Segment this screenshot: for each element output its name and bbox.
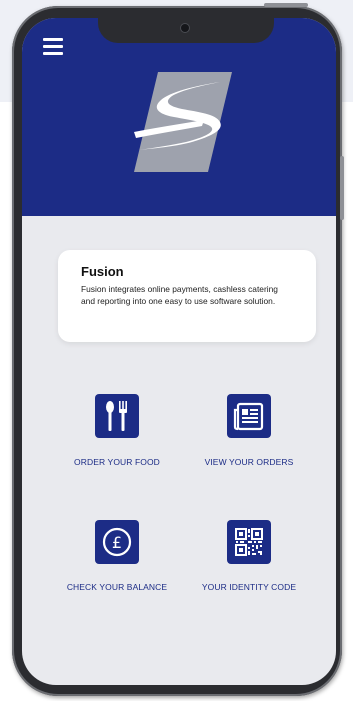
phone-notch [98,18,274,43]
power-button [340,156,344,220]
order-food-button[interactable]: ORDER YOUR FOOD [52,394,182,474]
qr-code-icon [227,520,271,564]
hamburger-menu-icon[interactable] [43,38,63,55]
view-orders-label: VIEW YOUR ORDERS [204,457,294,467]
view-orders-button[interactable]: VIEW YOUR ORDERS [186,394,316,474]
app-header [22,18,336,216]
svg-text:£: £ [112,533,122,552]
card-title: Fusion [81,264,124,279]
newspaper-icon [227,394,271,438]
volume-button [264,3,308,7]
fusion-logo-icon [134,72,232,172]
identity-code-label: YOUR IDENTITY CODE [201,582,297,592]
info-card: Fusion Fusion integrates online payments… [58,250,316,342]
fork-knife-icon [95,394,139,438]
pound-icon: £ [95,520,139,564]
card-description: Fusion integrates online payments, cashl… [81,284,278,306]
camera-icon [181,24,189,32]
identity-code-button[interactable]: YOUR IDENTITY CODE [186,520,316,600]
phone-screen: Fusion Fusion integrates online payments… [22,18,336,685]
check-balance-button[interactable]: £ CHECK YOUR BALANCE [52,520,182,600]
